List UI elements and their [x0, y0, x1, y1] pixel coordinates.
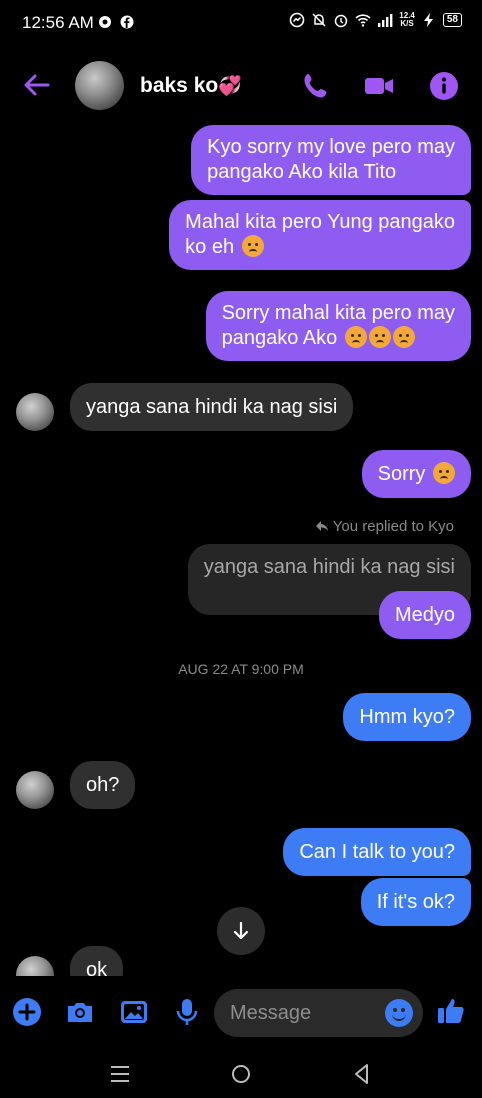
- info-icon[interactable]: [428, 70, 460, 102]
- arrow-down-icon: [233, 921, 249, 940]
- alarm-icon: [335, 14, 348, 28]
- microphone-icon[interactable]: [172, 997, 202, 1027]
- signal-icon: [378, 14, 393, 27]
- chat-header: baks ko💞: [0, 52, 482, 118]
- message-bubble-incoming[interactable]: yanga sana hindi ka nag sisi: [70, 383, 354, 431]
- message-bubble-outgoing[interactable]: Mahal kita pero Yung pangako ko eh: [169, 200, 471, 270]
- phone-call-icon[interactable]: [300, 70, 332, 102]
- contact-avatar-small[interactable]: [16, 771, 54, 809]
- message-bubble-outgoing[interactable]: Hmm kyo?: [343, 693, 471, 741]
- timestamp: AUG 22 AT 9:00 PM: [178, 661, 304, 677]
- contact-name[interactable]: baks ko💞: [140, 74, 242, 98]
- sad-face-emoji: [392, 326, 415, 348]
- wifi-icon: [355, 14, 371, 27]
- battery-indicator: 58: [442, 13, 462, 27]
- system-nav-bar: [0, 1050, 482, 1098]
- status-time: 12:56 AM: [22, 13, 94, 32]
- sad-face-emoji: [433, 462, 455, 484]
- message-bubble-outgoing[interactable]: Sorry: [361, 450, 471, 498]
- message-bubble-incoming[interactable]: oh?: [70, 761, 136, 809]
- back-arrow-icon[interactable]: [22, 70, 52, 100]
- message-bubble-outgoing[interactable]: Medyo: [378, 591, 471, 639]
- sad-face-emoji: [344, 326, 367, 348]
- camera-icon[interactable]: [65, 997, 95, 1027]
- status-bar: 12:56 AM 12.4 K/S 58: [0, 0, 482, 46]
- back-icon[interactable]: [350, 1062, 374, 1086]
- message-bubble-incoming[interactable]: ok: [70, 946, 124, 976]
- message-bubble-outgoing[interactable]: If it's ok?: [360, 878, 471, 926]
- facebook-icon: [120, 15, 134, 29]
- charging-icon: [423, 13, 433, 27]
- network-speed: 12.4 K/S: [399, 11, 415, 28]
- messenger-icon: [289, 12, 305, 28]
- message-composer: [0, 985, 482, 1041]
- chrome-icon: [99, 16, 111, 28]
- reply-label: You replied to Kyo: [315, 518, 454, 535]
- heart-emoji: 💞: [218, 76, 242, 97]
- message-bubble-outgoing[interactable]: Sorry mahal kita pero may pangako Ako: [205, 291, 471, 361]
- contact-avatar[interactable]: [75, 61, 124, 110]
- sad-face-emoji: [368, 326, 391, 348]
- gallery-icon[interactable]: [119, 997, 149, 1027]
- reply-arrow-icon: [315, 521, 328, 531]
- message-bubble-outgoing[interactable]: Can I talk to you?: [283, 828, 471, 876]
- message-bubble-outgoing[interactable]: Kyo sorry my love pero may pangako Ako k…: [191, 125, 471, 195]
- contact-avatar-small[interactable]: [16, 956, 54, 976]
- sad-face-emoji: [241, 235, 264, 257]
- recent-apps-icon[interactable]: [108, 1062, 132, 1086]
- video-call-icon[interactable]: [363, 70, 395, 102]
- status-icons: 12.4 K/S 58: [289, 12, 462, 28]
- emoji-icon[interactable]: [385, 999, 413, 1027]
- thumbs-up-icon[interactable]: [435, 995, 467, 1027]
- contact-avatar-small[interactable]: [16, 393, 54, 431]
- home-icon[interactable]: [229, 1062, 253, 1086]
- plus-icon[interactable]: [12, 997, 42, 1027]
- last-message-row: ok: [0, 940, 482, 976]
- mute-icon: [312, 13, 326, 27]
